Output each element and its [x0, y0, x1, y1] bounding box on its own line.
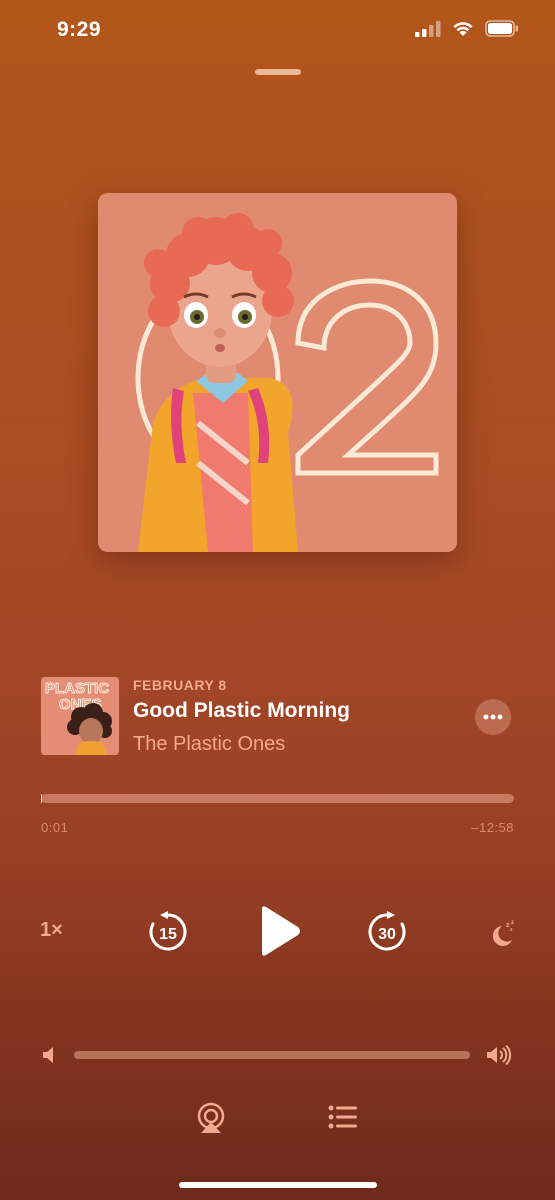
skip-forward-seconds: 30: [378, 926, 396, 943]
episode-artwork: [98, 193, 457, 552]
sheet-grabber[interactable]: [255, 69, 301, 75]
volume-low-icon: [43, 1047, 53, 1063]
wifi-icon: [453, 22, 473, 36]
episode-title[interactable]: Good Plastic Morning: [133, 699, 350, 723]
airplay-audio-icon: [197, 1102, 225, 1133]
episode-date: FEBRUARY 8: [133, 677, 227, 693]
skip-back-15-icon: 15: [149, 911, 187, 951]
show-thumbnail-art: PLASTIC ONES: [41, 677, 119, 755]
ellipsis-icon: [483, 714, 503, 720]
episode-info: PLASTIC ONES FEBRUARY 8 Good Plastic Mor…: [41, 677, 516, 757]
airplay-button[interactable]: [196, 1102, 226, 1134]
skip-back-button[interactable]: 15: [147, 911, 189, 953]
time-elapsed: 0:01: [41, 820, 69, 835]
battery-icon: [485, 20, 518, 37]
home-indicator[interactable]: [179, 1182, 377, 1188]
up-next-queue-button[interactable]: [328, 1104, 358, 1130]
play-button[interactable]: [256, 905, 302, 957]
cellular-signal-icon: [415, 20, 441, 37]
list-bullet-icon: [328, 1105, 357, 1129]
show-name[interactable]: The Plastic Ones: [133, 733, 285, 756]
more-options-button[interactable]: [475, 699, 511, 735]
thumb-text-line1: PLASTIC: [45, 680, 109, 697]
show-thumbnail[interactable]: PLASTIC ONES: [41, 677, 119, 755]
skip-forward-30-icon: 30: [368, 911, 406, 951]
skip-forward-button[interactable]: 30: [366, 911, 408, 953]
svg-text:z: z: [511, 920, 514, 926]
svg-text:z: z: [510, 927, 513, 933]
sleep-timer-button[interactable]: z z z: [490, 918, 516, 946]
time-remaining: ‒12:58: [471, 820, 514, 835]
status-bar: 9:29: [0, 0, 555, 60]
status-icons: [415, 20, 519, 37]
moon-zzz-icon: z z z: [492, 920, 514, 946]
status-time: 9:29: [57, 18, 102, 41]
volume-high-icon: [487, 1045, 512, 1065]
play-icon: [262, 906, 300, 956]
playback-speed-button[interactable]: 1×: [40, 919, 63, 942]
volume-slider[interactable]: [74, 1051, 470, 1059]
playback-scrubber[interactable]: [41, 794, 514, 803]
skip-back-seconds: 15: [159, 926, 177, 943]
artwork-illustration: [98, 193, 457, 552]
